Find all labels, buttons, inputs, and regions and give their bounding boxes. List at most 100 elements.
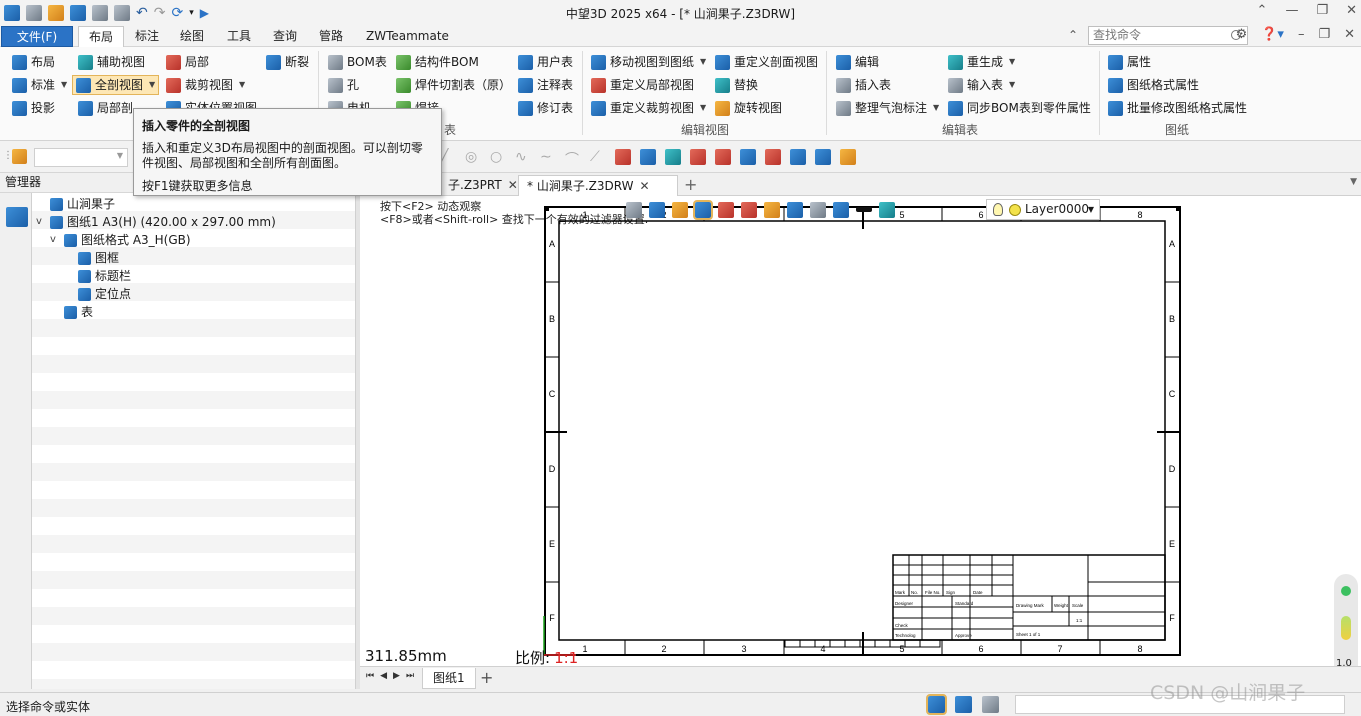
- ribbon-aux-view-button[interactable]: 辅助视图: [78, 52, 145, 72]
- add-sheet-icon[interactable]: +: [480, 668, 493, 687]
- list-view-icon[interactable]: [982, 696, 999, 713]
- minimize-button[interactable]: —: [1285, 3, 1298, 18]
- ribbon-edit-button[interactable]: 编辑: [836, 52, 879, 72]
- book-icon[interactable]: [790, 149, 806, 165]
- close-icon[interactable]: ✕: [508, 178, 518, 192]
- ribbon-redefine-section-button[interactable]: 重定义剖面视图: [715, 52, 818, 72]
- sheet-tab[interactable]: 图纸1: [422, 668, 476, 689]
- doc-close-button[interactable]: ✕: [1344, 27, 1355, 42]
- shading-icon[interactable]: [810, 201, 826, 218]
- ribbon-struct-bom-button[interactable]: 结构件BOM: [396, 52, 479, 72]
- ribbon-properties-button[interactable]: 属性: [1108, 52, 1151, 72]
- pencil-icon[interactable]: [815, 149, 831, 165]
- ribbon-toggle-icon[interactable]: ⌃: [1068, 28, 1078, 42]
- ribbon-standard-button[interactable]: 标准 ▼: [12, 75, 67, 95]
- ribbon-user-table-button[interactable]: 用户表: [518, 52, 573, 72]
- line-color-icon[interactable]: [856, 207, 872, 212]
- view-select-icon[interactable]: [693, 199, 713, 220]
- tab-piping[interactable]: 管路: [309, 26, 353, 47]
- restore-button[interactable]: ❐: [1316, 3, 1328, 18]
- ribbon-full-section-button[interactable]: 全剖视图 ▼: [72, 75, 160, 95]
- snap-icon[interactable]: [718, 201, 734, 218]
- ribbon-redefine-crop-button[interactable]: 重定义裁剪视图 ▼: [591, 98, 706, 118]
- ribbon-sync-bom-button[interactable]: 同步BOM表到零件属性: [948, 98, 1091, 118]
- ribbon-rotate-view-button[interactable]: 旋转视图: [715, 98, 782, 118]
- paint-icon[interactable]: [672, 201, 688, 218]
- chevron-down-icon[interactable]: v: [36, 213, 46, 231]
- filter-chart-icon[interactable]: [12, 149, 27, 164]
- measure-icon[interactable]: [715, 149, 731, 165]
- sheet-nav-arrows-icon[interactable]: ⏮◀▶⏭: [366, 671, 420, 681]
- monitor-icon[interactable]: [955, 696, 972, 713]
- tree-sheet-node[interactable]: v 图纸1 A3(H) (420.00 x 297.00 mm): [36, 213, 276, 231]
- ribbon-format-props-button[interactable]: 图纸格式属性: [1108, 75, 1199, 95]
- new-tab-plus-icon[interactable]: +: [684, 175, 697, 194]
- slash-tool-icon[interactable]: ⟋: [590, 149, 606, 165]
- ribbon-note-table-button[interactable]: 注释表: [518, 75, 573, 95]
- ribbon-partial-section-button[interactable]: 局部剖: [78, 98, 133, 118]
- drawing-canvas[interactable]: 按下<F2> 动态观察 <F8>或者<Shift-roll> 查找下一个有效的过…: [360, 196, 1361, 666]
- dimension-icon[interactable]: [615, 149, 631, 165]
- tabs-menu-icon[interactable]: ▼: [1350, 177, 1357, 187]
- curve-tool-icon[interactable]: ∼: [540, 149, 556, 165]
- close-button[interactable]: ✕: [1346, 3, 1357, 18]
- ribbon-layout-button[interactable]: 布局: [12, 52, 55, 72]
- chevron-down-icon[interactable]: v: [50, 231, 60, 249]
- text-annotation-icon[interactable]: [690, 149, 706, 165]
- doc-minimize-button[interactable]: –: [1298, 27, 1305, 42]
- tab-annotation[interactable]: 标注: [125, 26, 169, 47]
- spline-tool-icon[interactable]: ∿: [515, 149, 531, 165]
- ribbon-balloon-button[interactable]: 整理气泡标注 ▼: [836, 98, 939, 118]
- tree-frame-node[interactable]: 图框: [78, 249, 119, 267]
- ribbon-regenerate-button[interactable]: 重生成 ▼: [948, 52, 1015, 72]
- help-icon[interactable]: ❓▾: [1261, 27, 1284, 42]
- tab-zwteammate[interactable]: ZWTeammate: [356, 26, 459, 47]
- filter-combo[interactable]: ▼: [34, 148, 128, 167]
- tree-table-node[interactable]: 表: [64, 303, 93, 321]
- doc-tab-part[interactable]: 子.Z3PRT ✕: [440, 175, 526, 196]
- tab-tools[interactable]: 工具: [217, 26, 261, 47]
- ribbon-weld-cut-button[interactable]: 焊件切割表（原）: [396, 75, 511, 95]
- tree-titleblock-node[interactable]: 标题栏: [78, 267, 131, 285]
- hidden-line-icon[interactable]: [833, 201, 849, 218]
- ribbon-break-button[interactable]: 断裂: [266, 52, 309, 72]
- rotate-icon[interactable]: [665, 149, 681, 165]
- ribbon-replace-button[interactable]: 替换: [715, 75, 758, 95]
- settings-gear-icon[interactable]: ⚙: [1236, 27, 1248, 42]
- brush-icon[interactable]: [765, 149, 781, 165]
- view-box-icon[interactable]: [787, 201, 803, 218]
- arc-tool-icon[interactable]: ⌒: [565, 149, 581, 168]
- tab-file[interactable]: 文件(F): [1, 26, 73, 47]
- ribbon-projection-button[interactable]: 投影: [12, 98, 55, 118]
- tree-format-node[interactable]: v 图纸格式 A3_H(GB): [50, 231, 191, 249]
- tree-anchor-node[interactable]: 定位点: [78, 285, 131, 303]
- layer-toggle-icon[interactable]: [740, 149, 756, 165]
- ribbon-redefine-detail-button[interactable]: 重定义局部视图: [591, 75, 694, 95]
- ribbon-move-view-button[interactable]: 移动视图到图纸 ▼: [591, 52, 706, 72]
- filter-icon[interactable]: [626, 201, 642, 218]
- display-mode-icon[interactable]: [764, 201, 780, 218]
- command-search-input[interactable]: 查找命令: [1088, 26, 1248, 45]
- doc-tab-drawing[interactable]: * 山涧果子.Z3DRW ✕: [518, 175, 678, 196]
- chevron-down-icon[interactable]: ▼: [149, 75, 155, 95]
- ribbon-hole-button[interactable]: 孔: [328, 75, 359, 95]
- grid-icon[interactable]: [741, 201, 757, 218]
- layer-manager-icon[interactable]: [879, 201, 895, 218]
- circle-tool-icon[interactable]: ◎: [465, 149, 481, 165]
- ribbon-collapse-icon[interactable]: ⌃: [1257, 3, 1268, 18]
- ribbon-insert-table-button[interactable]: 插入表: [836, 75, 891, 95]
- ribbon-import-table-button[interactable]: 输入表 ▼: [948, 75, 1015, 95]
- ribbon-revision-table-button[interactable]: 修订表: [518, 98, 573, 118]
- surface-icon[interactable]: [640, 149, 656, 165]
- ribbon-batch-format-button[interactable]: 批量修改图纸格式属性: [1108, 98, 1247, 118]
- tab-query[interactable]: 查询: [263, 26, 307, 47]
- lightbulb-icon[interactable]: [840, 149, 856, 165]
- ribbon-bom-button[interactable]: BOM表: [328, 52, 387, 72]
- select-icon[interactable]: [649, 201, 665, 218]
- close-icon[interactable]: ✕: [639, 179, 649, 193]
- ribbon-crop-view-button[interactable]: 裁剪视图 ▼: [166, 75, 245, 95]
- circle-outline-icon[interactable]: ○: [490, 149, 506, 165]
- tab-drawing[interactable]: 绘图: [170, 26, 214, 47]
- doc-restore-button[interactable]: ❐: [1318, 27, 1330, 42]
- tab-layout[interactable]: 布局: [78, 26, 125, 47]
